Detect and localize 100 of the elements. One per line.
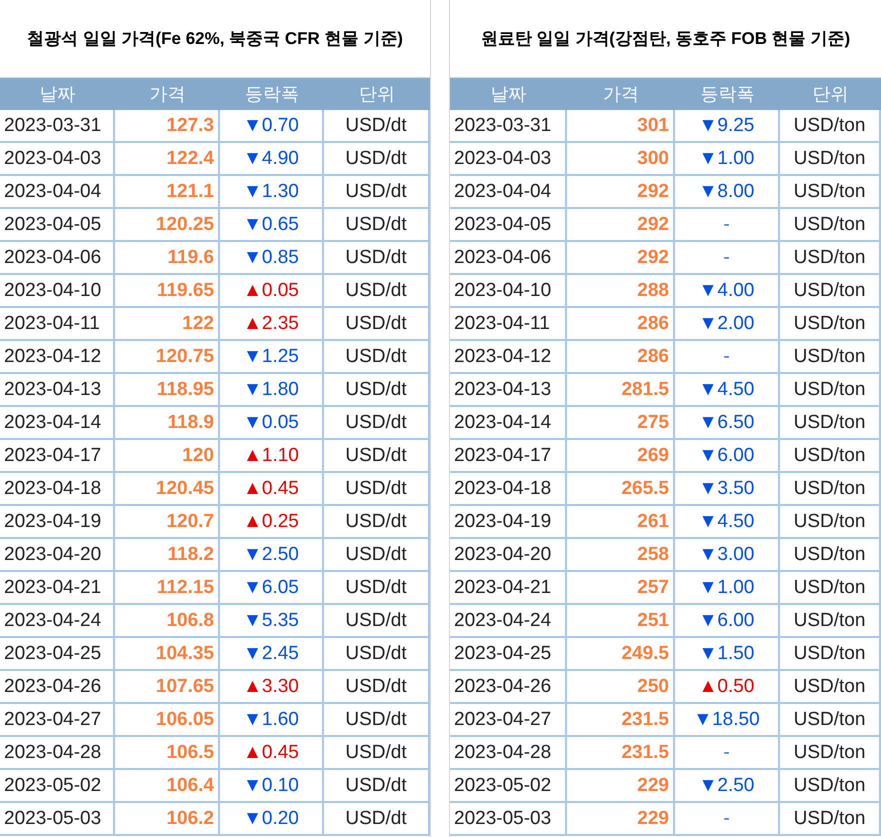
change-cell: ▼2.50 (675, 770, 780, 803)
unit-cell: USD/ton (780, 407, 881, 440)
change-cell: ▲0.05 (220, 275, 324, 308)
price-cell: 106.8 (115, 605, 220, 638)
price-cell: 106.5 (115, 737, 220, 770)
price-cell: 231.5 (567, 737, 675, 770)
unit-cell: USD/ton (780, 308, 881, 341)
change-cell: ▲1.10 (220, 440, 324, 473)
price-cell: 292 (567, 209, 675, 242)
column-header: 등락폭 (675, 78, 780, 110)
change-cell: ▼4.90 (220, 143, 324, 176)
change-cell: ▼1.50 (675, 638, 780, 671)
date-cell: 2023-04-05 (450, 209, 567, 242)
column-header: 날짜 (450, 78, 567, 110)
change-cell: ▼6.05 (220, 572, 324, 605)
price-cell: 119.6 (115, 242, 220, 275)
column-header: 등락폭 (220, 78, 324, 110)
change-cell: ▲0.45 (220, 737, 324, 770)
unit-cell: USD/ton (780, 374, 881, 407)
date-cell: 2023-04-28 (450, 737, 567, 770)
price-cell: 288 (567, 275, 675, 308)
date-cell: 2023-04-10 (0, 275, 115, 308)
price-cell: 107.65 (115, 671, 220, 704)
date-cell: 2023-03-31 (0, 110, 115, 143)
date-cell: 2023-04-18 (0, 473, 115, 506)
date-cell: 2023-04-03 (0, 143, 115, 176)
change-cell: ▼1.60 (220, 704, 324, 737)
date-cell: 2023-04-27 (450, 704, 567, 737)
change-cell: ▼4.00 (675, 275, 780, 308)
date-cell: 2023-05-02 (450, 770, 567, 803)
price-cell: 120.45 (115, 473, 220, 506)
date-cell: 2023-04-12 (450, 341, 567, 374)
date-cell: 2023-04-17 (450, 440, 567, 473)
date-cell: 2023-04-10 (450, 275, 567, 308)
price-cell: 300 (567, 143, 675, 176)
date-cell: 2023-04-03 (450, 143, 567, 176)
price-cell: 120.7 (115, 506, 220, 539)
change-cell: ▼6.00 (675, 605, 780, 638)
price-cell: 106.05 (115, 704, 220, 737)
column-header: 단위 (324, 78, 430, 110)
date-cell: 2023-04-06 (450, 242, 567, 275)
unit-cell: USD/ton (780, 275, 881, 308)
date-cell: 2023-04-14 (0, 407, 115, 440)
date-cell: 2023-04-11 (450, 308, 567, 341)
change-cell: ▼3.00 (675, 539, 780, 572)
unit-cell: USD/ton (780, 572, 881, 605)
unit-cell: USD/ton (780, 176, 881, 209)
price-cell: 231.5 (567, 704, 675, 737)
change-cell: ▲2.35 (220, 308, 324, 341)
date-cell: 2023-04-27 (0, 704, 115, 737)
unit-cell: USD/ton (780, 110, 881, 143)
change-cell: ▼5.35 (220, 605, 324, 638)
change-cell: ▼4.50 (675, 374, 780, 407)
price-cell: 118.95 (115, 374, 220, 407)
unit-cell: USD/ton (780, 209, 881, 242)
change-cell: - (675, 341, 780, 374)
change-cell: ▼1.80 (220, 374, 324, 407)
unit-cell: USD/ton (780, 539, 881, 572)
date-cell: 2023-04-11 (0, 308, 115, 341)
change-cell: ▼0.05 (220, 407, 324, 440)
date-cell: 2023-04-20 (0, 539, 115, 572)
price-cell: 251 (567, 605, 675, 638)
change-cell: - (675, 803, 780, 836)
change-cell: ▼8.00 (675, 176, 780, 209)
price-cell: 118.9 (115, 407, 220, 440)
date-cell: 2023-05-03 (0, 803, 115, 836)
change-cell: ▼1.00 (675, 572, 780, 605)
price-cell: 112.15 (115, 572, 220, 605)
change-cell: ▼0.65 (220, 209, 324, 242)
change-cell: ▲0.25 (220, 506, 324, 539)
unit-cell: USD/ton (780, 704, 881, 737)
price-cell: 286 (567, 341, 675, 374)
price-cell: 265.5 (567, 473, 675, 506)
price-cell: 120.75 (115, 341, 220, 374)
price-cell: 121.1 (115, 176, 220, 209)
date-cell: 2023-04-25 (0, 638, 115, 671)
price-cell: 106.4 (115, 770, 220, 803)
date-cell: 2023-05-02 (0, 770, 115, 803)
date-cell: 2023-04-05 (0, 209, 115, 242)
unit-cell: USD/ton (780, 440, 881, 473)
unit-cell: USD/ton (780, 770, 881, 803)
date-cell: 2023-04-24 (0, 605, 115, 638)
price-cell: 229 (567, 803, 675, 836)
date-cell: 2023-04-04 (450, 176, 567, 209)
unit-cell: USD/ton (780, 671, 881, 704)
date-cell: 2023-04-26 (0, 671, 115, 704)
change-cell: ▼2.45 (220, 638, 324, 671)
price-cell: 119.65 (115, 275, 220, 308)
price-cell: 104.35 (115, 638, 220, 671)
unit-cell: USD/ton (780, 605, 881, 638)
date-cell: 2023-04-18 (450, 473, 567, 506)
price-cell: 286 (567, 308, 675, 341)
change-cell: ▲0.45 (220, 473, 324, 506)
price-cell: 301 (567, 110, 675, 143)
price-cell: 257 (567, 572, 675, 605)
change-cell: ▲0.50 (675, 671, 780, 704)
change-cell: ▼1.25 (220, 341, 324, 374)
price-cell: 122 (115, 308, 220, 341)
change-cell: ▼0.70 (220, 110, 324, 143)
change-cell: ▼0.20 (220, 803, 324, 836)
